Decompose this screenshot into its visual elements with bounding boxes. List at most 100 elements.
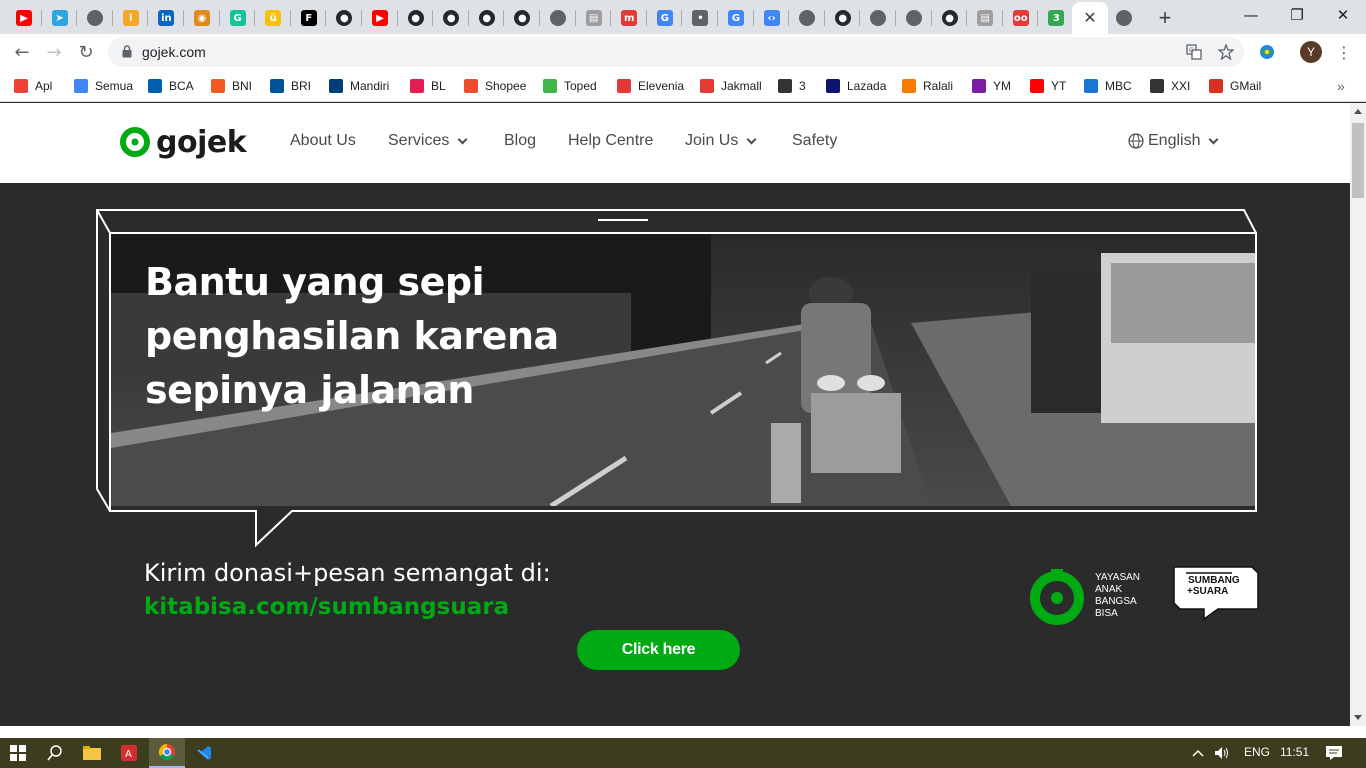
input-language[interactable]: ENG [1244,745,1270,759]
translate-icon[interactable]: G [1186,44,1202,60]
scroll-down-icon[interactable] [1354,715,1362,720]
browser-tab[interactable]: i [113,4,149,32]
nav-link[interactable]: Safety [792,132,837,150]
browser-tab[interactable]: m [611,4,647,32]
more-bookmarks-icon[interactable]: » [1337,77,1345,95]
bookmark-item[interactable]: BCA [148,77,194,95]
language-selector[interactable]: English [1128,132,1219,150]
acrobat-icon[interactable]: A [111,738,147,768]
browser-tab[interactable]: ● [433,4,469,32]
restore-icon[interactable]: ❐ [1274,0,1320,30]
lock-icon[interactable] [122,45,132,58]
browser-tab[interactable]: F [291,4,327,32]
browser-tab[interactable]: ● [398,4,434,32]
browser-tab[interactable]: G [220,4,256,32]
browser-tab[interactable] [540,4,576,32]
bookmark-item[interactable]: XXI [1150,77,1190,95]
clock-time[interactable]: 11:51 [1280,745,1309,759]
tab-globe[interactable] [1106,4,1142,32]
browser-tab[interactable]: ● [504,4,540,32]
github-icon: ● [478,10,495,26]
extension-icon[interactable] [1258,44,1276,60]
new-tab-button[interactable]: + [1152,5,1178,31]
scroll-up-icon[interactable] [1354,109,1362,114]
browser-tab[interactable]: G [718,4,754,32]
browser-tab[interactable]: ● [469,4,505,32]
file-explorer-icon[interactable] [74,738,110,768]
bookmark-item[interactable]: Lazada [826,77,886,95]
menu-icon[interactable]: ⋮ [1330,38,1358,66]
gojek-logo[interactable]: gojek [120,124,247,160]
profile-avatar[interactable]: Y [1300,41,1322,63]
bookmark-item[interactable]: Shopee [464,77,526,95]
browser-tab[interactable] [896,4,932,32]
yab-line: BISA [1095,608,1118,619]
browser-tab[interactable]: oo [1003,4,1039,32]
svg-text:A: A [125,749,132,760]
close-window-icon[interactable]: ✕ [1320,0,1366,30]
browser-tab[interactable] [789,4,825,32]
browser-tab[interactable] [860,4,896,32]
browser-tab[interactable]: ‹› [754,4,790,32]
browser-tab[interactable] [77,4,113,32]
globe-icon [870,10,887,26]
bookmark-item[interactable]: BRI [270,77,311,95]
bookmark-item[interactable]: YT [1030,77,1066,95]
bookmark-star-icon[interactable] [1218,44,1234,60]
bookmark-item[interactable]: MBC [1084,77,1132,95]
browser-tab[interactable]: in [148,4,184,32]
scroll-thumb[interactable] [1352,123,1364,198]
nav-link[interactable]: About Us [290,132,356,150]
bookmark-item[interactable]: 3 [778,77,806,95]
address-bar[interactable]: gojek.com G [108,37,1244,67]
browser-tab[interactable]: ü [255,4,291,32]
bookmark-item[interactable]: BNI [211,77,252,95]
reload-icon[interactable]: ↻ [72,38,100,66]
browser-tab[interactable]: ● [326,4,362,32]
minimize-icon[interactable]: — [1228,0,1274,30]
bookmark-item[interactable]: Ralali [902,77,953,95]
vscode-icon[interactable] [186,738,222,768]
chevron-up-icon[interactable] [1188,738,1208,768]
nav-link[interactable]: Blog [504,132,536,150]
page-scrollbar[interactable] [1350,103,1366,726]
browser-tab[interactable]: ◉ [184,4,220,32]
click-here-button[interactable]: Click here [577,630,740,670]
nav-link[interactable]: Services [388,132,468,150]
donate-link[interactable]: kitabisa.com/sumbangsuara [144,594,509,620]
bookmark-item[interactable]: Apl [14,77,52,95]
browser-tab[interactable]: ▤ [576,4,612,32]
active-tab[interactable]: ✕ [1072,2,1108,34]
browser-tab[interactable]: • [682,4,718,32]
bookmark-item[interactable]: Toped [543,77,597,95]
nav-link[interactable]: Join Us [685,132,757,150]
forward-icon[interactable]: → [40,38,68,66]
back-icon[interactable]: ← [8,38,36,66]
chrome-taskbar-icon[interactable] [149,738,185,768]
bookmark-item[interactable]: GMail [1209,77,1261,95]
bookmark-item[interactable]: Elevenia [617,77,684,95]
bookmark-item[interactable]: YM [972,77,1011,95]
browser-tab[interactable]: ▤ [967,4,1003,32]
browser-tab[interactable]: G [647,4,683,32]
browser-tab[interactable]: ▶ [362,4,398,32]
browser-tab[interactable]: 3 [1038,4,1074,32]
search-icon[interactable] [37,738,73,768]
bookmark-item[interactable]: BL [410,77,446,95]
bookmark-item[interactable]: Semua [74,77,133,95]
bookmark-item[interactable]: Mandiri [329,77,389,95]
browser-tab[interactable]: ● [932,4,968,32]
windows-start-icon[interactable] [0,738,36,768]
ralali-icon [902,79,916,93]
close-tab-icon[interactable]: ✕ [1083,8,1096,28]
tab-separator [503,10,505,26]
volume-icon[interactable] [1210,738,1234,768]
nav-link[interactable]: Help Centre [568,132,653,150]
url-text[interactable]: gojek.com [142,44,206,60]
browser-tab[interactable]: ▶ [6,4,42,32]
browser-tab[interactable]: ● [825,4,861,32]
bookmark-item[interactable]: Jakmall [700,77,762,95]
bookmark-label: 3 [799,79,806,93]
browser-tab[interactable]: ➤ [42,4,78,32]
notification-icon[interactable] [1316,738,1352,768]
